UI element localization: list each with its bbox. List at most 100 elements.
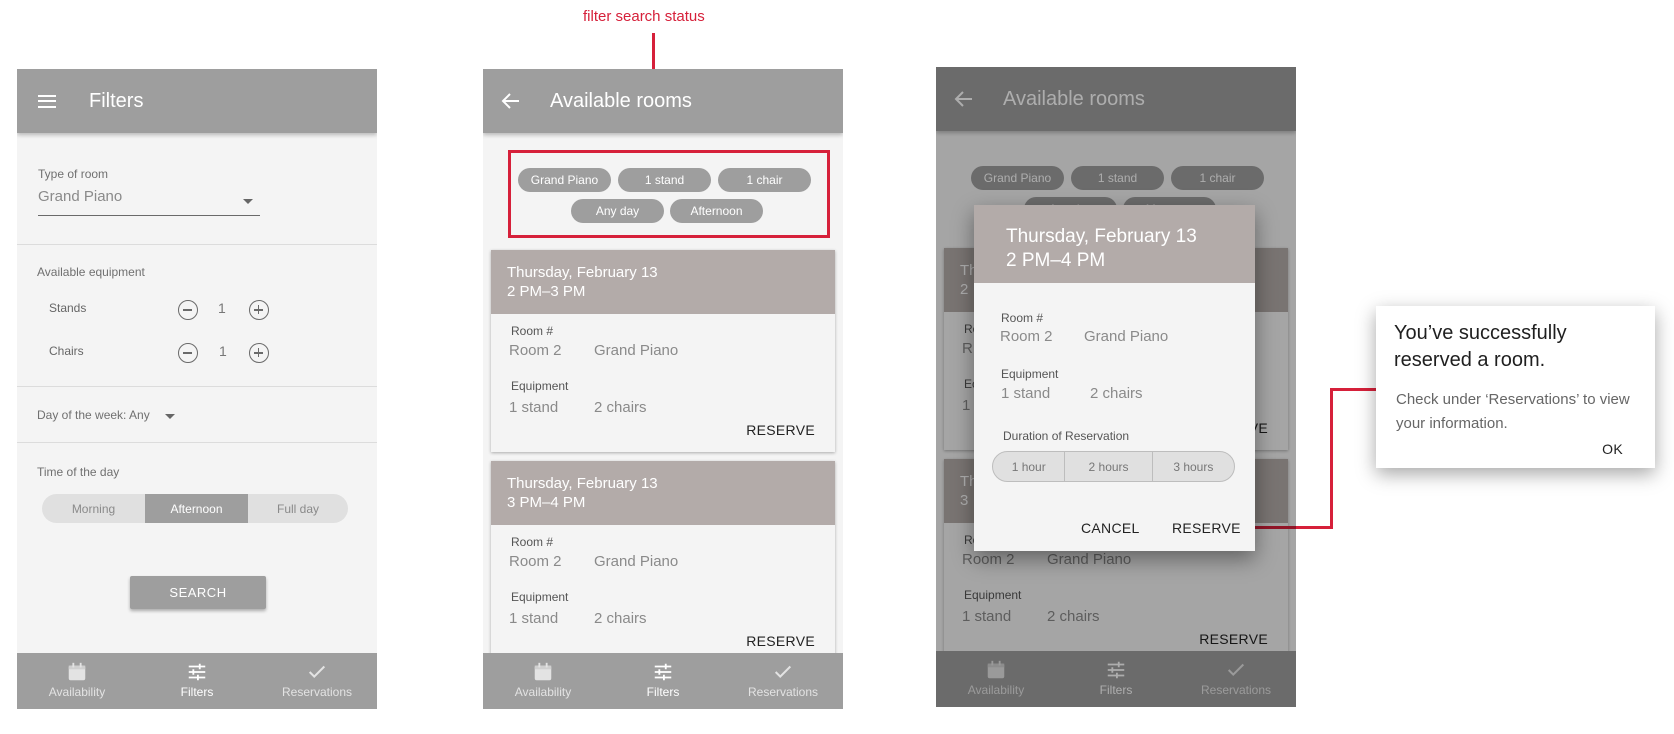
stands-increment-icon[interactable] xyxy=(249,300,269,320)
success-dialog: You’ve successfully reserved a room. Che… xyxy=(1376,306,1655,468)
time-morning-option[interactable]: Morning xyxy=(42,494,145,523)
time-of-day-toggle: Morning Afternoon Full day xyxy=(42,494,348,523)
day-of-week-select[interactable]: Day of the week: Any xyxy=(37,408,150,422)
nav-filters[interactable]: Filters xyxy=(603,653,723,709)
dialog-time: 2 PM–4 PM xyxy=(1006,250,1106,271)
dropdown-arrow-icon[interactable] xyxy=(243,199,253,204)
day-of-week-section: Day of the week: Any xyxy=(17,387,377,443)
nav-availability-label: Availability xyxy=(48,685,106,699)
app-bar: Filters xyxy=(17,69,377,133)
time-of-day-section: Time of the day Morning Afternoon Full d… xyxy=(17,443,377,563)
filters-screen: Filters Type of room Grand Piano Availab… xyxy=(17,69,377,709)
duration-toggle: 1 hour 2 hours 3 hours xyxy=(992,451,1235,482)
success-message: Check under ‘Reservations’ to view your … xyxy=(1396,391,1630,432)
stands-value: 1 stand xyxy=(509,610,559,627)
card-header: Thursday, February 13 3 PM–4 PM xyxy=(491,461,835,525)
card-header: Thursday, February 13 2 PM–3 PM xyxy=(491,250,835,314)
room-number: Room 2 xyxy=(509,342,562,359)
type-of-room-section: Type of room Grand Piano xyxy=(17,133,377,245)
room-card: Thursday, February 13 3 PM–4 PM Room # R… xyxy=(491,461,835,663)
confirm-reserve-button[interactable]: RESERVE xyxy=(1172,520,1241,536)
time-afternoon-option[interactable]: Afternoon xyxy=(145,494,248,523)
page-title: Available rooms xyxy=(550,90,692,112)
check-icon xyxy=(774,665,792,679)
nav-filters-label: Filters xyxy=(646,685,680,699)
nav-filters[interactable]: Filters xyxy=(137,653,257,709)
duration-2h-option[interactable]: 2 hours xyxy=(1065,452,1153,481)
duration-label: Duration of Reservation xyxy=(1003,429,1130,443)
reserve-button[interactable]: RESERVE xyxy=(746,422,815,438)
tune-icon xyxy=(188,663,206,681)
tune-icon xyxy=(654,663,672,681)
room-number: Room 2 xyxy=(1000,328,1053,345)
back-arrow-icon[interactable] xyxy=(499,89,523,113)
bottom-nav: Availability Filters Reservations xyxy=(17,653,377,709)
nav-reservations-label: Reservations xyxy=(281,685,353,699)
chairs-value: 2 chairs xyxy=(1090,385,1143,402)
room-type: Grand Piano xyxy=(594,553,679,570)
calendar-icon xyxy=(68,662,86,681)
chairs-decrement-icon[interactable] xyxy=(178,343,198,363)
card-date: Thursday, February 13 xyxy=(507,264,658,281)
equipment-label: Equipment xyxy=(511,590,569,604)
chairs-value: 2 chairs xyxy=(594,399,647,416)
chairs-increment-icon[interactable] xyxy=(249,343,269,363)
nav-availability[interactable]: Availability xyxy=(483,653,603,709)
stands-value: 1 stand xyxy=(509,399,559,416)
type-of-room-label: Type of room xyxy=(38,167,109,181)
room-number: Room 2 xyxy=(509,553,562,570)
app-bar: Available rooms xyxy=(483,69,843,133)
room-card: Thursday, February 13 2 PM–3 PM Room # R… xyxy=(491,250,835,452)
duration-3h-option[interactable]: 3 hours xyxy=(1153,452,1234,481)
select-underline xyxy=(38,215,260,216)
nav-filters-label: Filters xyxy=(180,685,214,699)
equipment-section: Available equipment Stands 1 Chairs 1 xyxy=(17,245,377,387)
chairs-label: Chairs xyxy=(49,344,84,358)
equipment-label: Available equipment xyxy=(37,265,145,279)
reserve-button[interactable]: RESERVE xyxy=(746,633,815,649)
menu-icon[interactable] xyxy=(35,89,59,113)
equipment-label: Equipment xyxy=(511,379,569,393)
equipment-label: Equipment xyxy=(1001,367,1059,381)
nav-reservations-label: Reservations xyxy=(747,685,819,699)
cancel-button[interactable]: CANCEL xyxy=(1081,520,1140,536)
stands-value: 1 stand xyxy=(1001,385,1051,402)
dialog-header: Thursday, February 13 2 PM–4 PM xyxy=(974,205,1255,283)
stands-decrement-icon[interactable] xyxy=(178,300,198,320)
calendar-icon xyxy=(534,662,552,681)
chairs-value: 2 chairs xyxy=(594,610,647,627)
annotation-line xyxy=(1330,388,1376,391)
stands-count: 1 xyxy=(218,300,226,316)
stands-label: Stands xyxy=(49,301,87,315)
card-time: 3 PM–4 PM xyxy=(507,494,586,511)
available-rooms-screen: Available rooms Grand Piano 1 stand 1 ch… xyxy=(483,69,843,709)
reservation-dialog: Thursday, February 13 2 PM–4 PM Room # R… xyxy=(974,205,1255,551)
dialog-date: Thursday, February 13 xyxy=(1006,226,1197,247)
card-time: 2 PM–3 PM xyxy=(507,283,586,300)
check-icon xyxy=(308,665,326,679)
time-fullday-option[interactable]: Full day xyxy=(248,494,348,523)
duration-1h-option[interactable]: 1 hour xyxy=(993,452,1066,481)
room-type: Grand Piano xyxy=(594,342,679,359)
type-of-room-select[interactable]: Grand Piano xyxy=(38,188,122,205)
nav-reservations[interactable]: Reservations xyxy=(257,653,377,709)
ok-button[interactable]: OK xyxy=(1602,441,1623,457)
nav-availability[interactable]: Availability xyxy=(17,653,137,709)
annotation-box xyxy=(508,150,830,238)
card-date: Thursday, February 13 xyxy=(507,475,658,492)
room-label: Room # xyxy=(511,535,554,549)
nav-reservations[interactable]: Reservations xyxy=(723,653,843,709)
room-label: Room # xyxy=(511,324,554,338)
chairs-count: 1 xyxy=(219,343,227,359)
dropdown-arrow-icon[interactable] xyxy=(165,414,175,419)
room-label: Room # xyxy=(1001,311,1044,325)
annotation-line xyxy=(1330,388,1333,529)
room-type: Grand Piano xyxy=(1084,328,1169,345)
bottom-nav: Availability Filters Reservations xyxy=(483,653,843,709)
reservation-dialog-screen: Available rooms Grand Piano 1 stand 1 ch… xyxy=(936,67,1296,707)
time-of-day-label: Time of the day xyxy=(37,465,120,479)
nav-availability-label: Availability xyxy=(514,685,572,699)
search-button[interactable]: SEARCH xyxy=(130,576,266,609)
page-title: Filters xyxy=(89,90,144,112)
success-title: You’ve successfully reserved a room. xyxy=(1394,322,1567,371)
